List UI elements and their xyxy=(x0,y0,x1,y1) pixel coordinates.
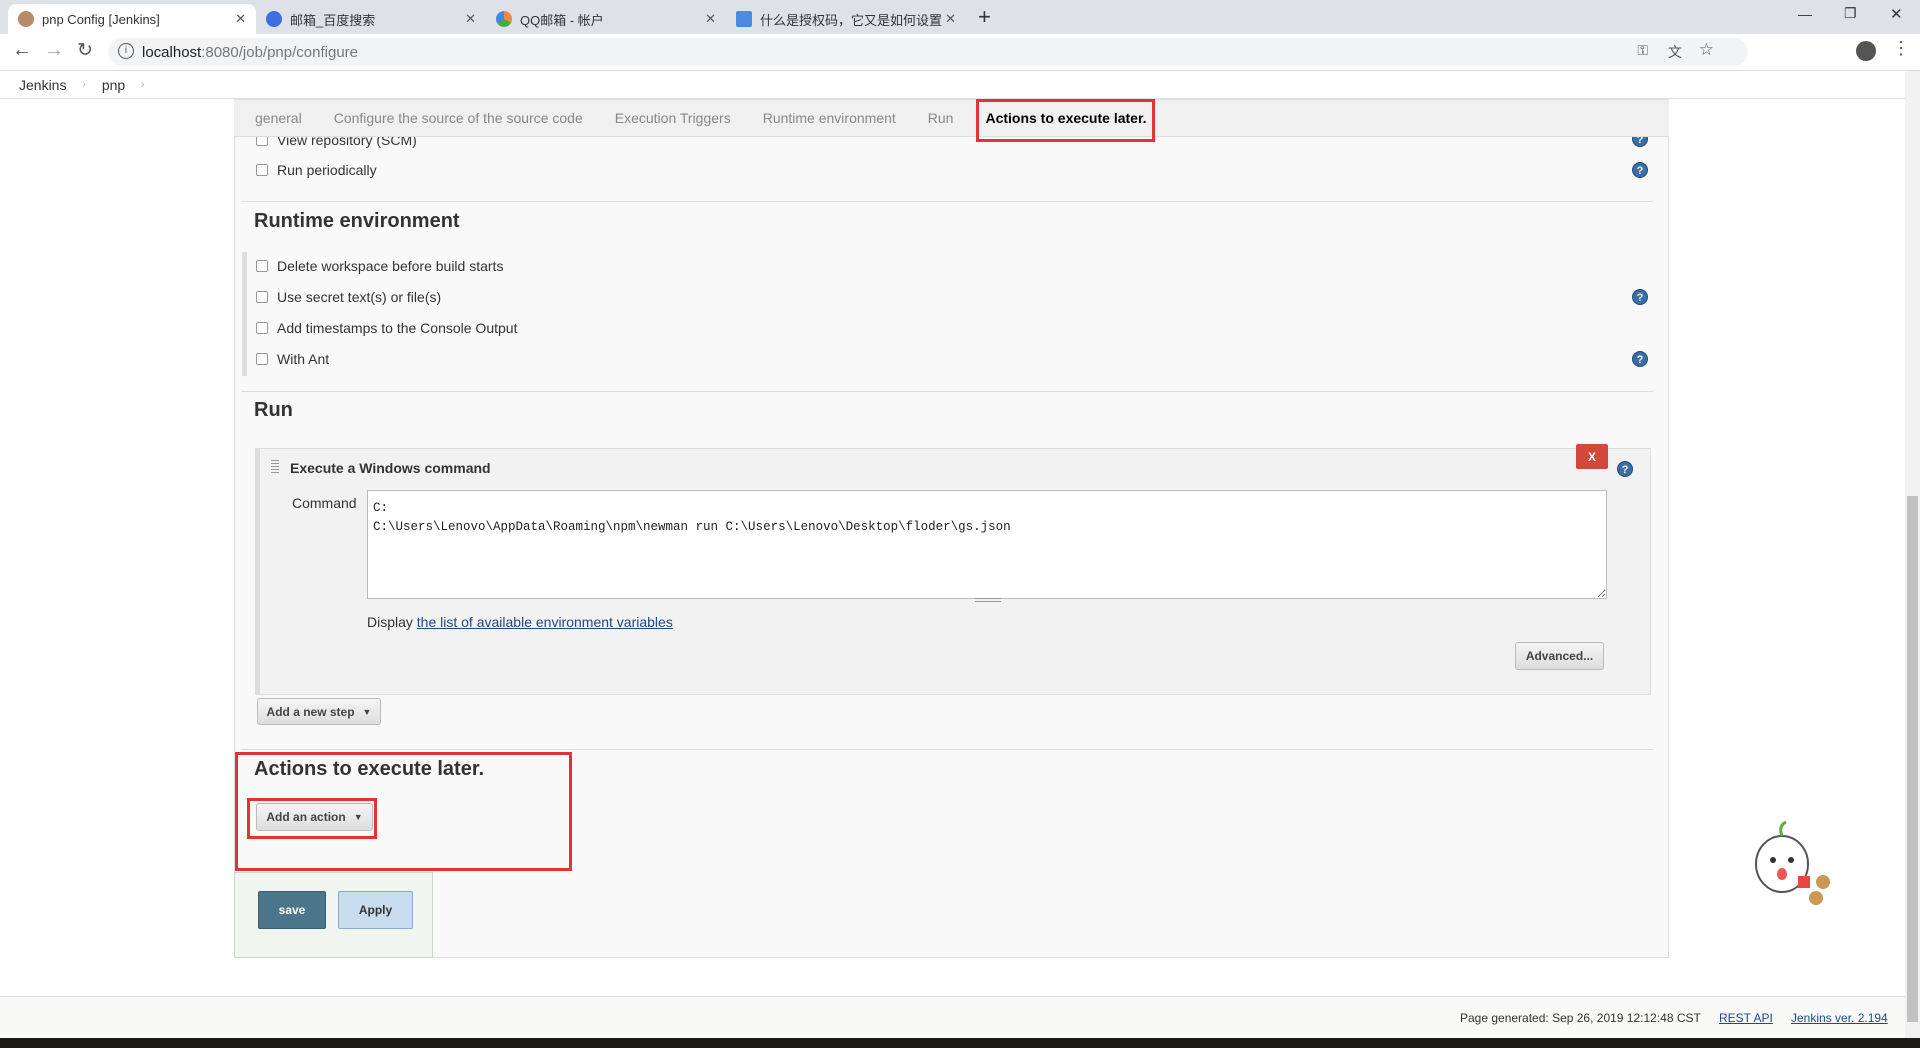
breadcrumb-pnp[interactable]: pnp xyxy=(102,77,125,93)
help-icon[interactable]: ? xyxy=(1632,162,1648,178)
tab-title: 邮箱_百度搜索 xyxy=(290,12,376,28)
command-label: Command xyxy=(292,495,357,511)
tab-run[interactable]: Run xyxy=(928,110,954,126)
env-vars-link[interactable]: the list of available environment variab… xyxy=(417,614,673,630)
browser-tab-baidu[interactable]: 邮箱_百度搜索 ✕ xyxy=(256,4,486,34)
help-icon[interactable]: ? xyxy=(1632,289,1648,305)
tab-title: pnp Config [Jenkins] xyxy=(42,11,160,27)
tab-general[interactable]: general xyxy=(255,110,302,126)
new-tab-button[interactable]: + xyxy=(978,4,991,30)
command-textarea[interactable]: C: C:\Users\Lenovo\AppData\Roaming\npm\n… xyxy=(367,490,1607,599)
address-bar-row: ← → ↻ i localhost:8080/job/pnp/configure… xyxy=(0,34,1920,71)
url-path: :8080/job/pnp/configure xyxy=(201,43,358,61)
checkbox-label: Use secret text(s) or file(s) xyxy=(277,289,442,305)
page-generated: Page generated: Sep 26, 2019 12:12:48 CS… xyxy=(1460,1011,1701,1025)
profile-avatar-icon[interactable] xyxy=(1856,41,1876,61)
scrollbar-thumb[interactable] xyxy=(1907,496,1918,1022)
resize-grip-icon[interactable] xyxy=(975,598,1001,602)
checkbox-with-ant[interactable]: With Ant xyxy=(256,351,329,367)
checkbox[interactable] xyxy=(256,353,268,365)
button-label: Add a new step xyxy=(266,704,355,719)
tab-scm[interactable]: Configure the source of the source code xyxy=(334,110,583,126)
translate-icon[interactable]: 文 xyxy=(1668,42,1682,62)
menu-icon[interactable]: ⋮ xyxy=(1892,38,1910,59)
checkbox-run-periodically[interactable]: Run periodically xyxy=(256,162,377,178)
rest-api-link[interactable]: REST API xyxy=(1719,1011,1773,1025)
run-heading: Run xyxy=(254,399,293,421)
apply-button[interactable]: Apply xyxy=(338,891,413,929)
url-host: localhost xyxy=(142,43,202,61)
checkbox-label: Delete workspace before build starts xyxy=(277,258,504,274)
key-icon[interactable]: ⚿ xyxy=(1637,42,1648,59)
checkbox-label: Run periodically xyxy=(277,162,377,178)
tab-runtime[interactable]: Runtime environment xyxy=(763,110,896,126)
close-window-button[interactable]: ✕ xyxy=(1890,5,1903,23)
bookmark-star-icon[interactable]: ☆ xyxy=(1699,40,1714,60)
tab-title: QQ邮箱 - 帐户 xyxy=(520,12,604,28)
close-tab-icon[interactable]: ✕ xyxy=(465,11,476,27)
save-button[interactable]: save xyxy=(258,891,326,929)
restore-button[interactable]: ❐ xyxy=(1844,5,1857,22)
display-text: Display xyxy=(367,614,417,630)
tab-title: 什么是授权码，它又是如何设置 xyxy=(760,12,943,28)
forward-icon[interactable]: → xyxy=(44,39,64,62)
divider xyxy=(241,201,1653,202)
drag-handle-icon[interactable] xyxy=(271,460,279,474)
taskbar xyxy=(0,1038,1920,1048)
section-bar xyxy=(255,448,260,695)
reload-icon[interactable]: ↻ xyxy=(77,39,93,62)
site-favicon-icon xyxy=(736,11,752,27)
browser-tab-qqmail[interactable]: QQ邮箱 - 帐户 ✕ xyxy=(486,4,726,34)
checkbox[interactable] xyxy=(256,291,268,303)
runtime-heading: Runtime environment xyxy=(254,210,460,232)
config-section-tabs: general Configure the source of the sour… xyxy=(234,100,1669,137)
checkbox-label: Add timestamps to the Console Output xyxy=(277,320,518,336)
checkbox-secret-text[interactable]: Use secret text(s) or file(s) xyxy=(256,289,441,305)
checkbox[interactable] xyxy=(256,260,268,272)
delete-step-button[interactable]: X xyxy=(1576,444,1608,469)
checkbox-label: With Ant xyxy=(277,351,330,367)
checkbox-delete-workspace[interactable]: Delete workspace before build starts xyxy=(256,258,503,274)
divider xyxy=(241,749,1653,750)
section-bar xyxy=(242,252,247,376)
close-tab-icon[interactable]: ✕ xyxy=(235,11,246,27)
env-vars-hint: Display the list of available environmen… xyxy=(367,614,673,630)
add-step-button[interactable]: Add a new step ▼ xyxy=(257,698,381,725)
step-title: Execute a Windows command xyxy=(290,460,491,476)
footer: Page generated: Sep 26, 2019 12:12:48 CS… xyxy=(0,996,1905,1038)
tab-triggers[interactable]: Execution Triggers xyxy=(615,110,731,126)
breadcrumb-jenkins[interactable]: Jenkins xyxy=(19,77,66,93)
help-icon[interactable]: ? xyxy=(1632,351,1648,367)
info-icon[interactable]: i xyxy=(118,43,134,59)
close-tab-icon[interactable]: ✕ xyxy=(945,11,956,27)
breadcrumb: Jenkins › pnp › xyxy=(0,71,1905,99)
highlight-box xyxy=(247,798,377,839)
minimize-button[interactable]: — xyxy=(1798,6,1812,22)
divider xyxy=(241,391,1653,392)
breadcrumb-separator-icon[interactable]: › xyxy=(141,79,144,90)
qq-favicon-icon xyxy=(496,11,512,27)
advanced-button[interactable]: Advanced... xyxy=(1515,642,1604,670)
url-input[interactable]: i localhost:8080/job/pnp/configure ⚿ 文 ☆ xyxy=(108,38,1748,66)
jenkins-version-link[interactable]: Jenkins ver. 2.194 xyxy=(1791,1011,1888,1025)
jenkins-favicon-icon xyxy=(18,11,34,27)
browser-tab-auth[interactable]: 什么是授权码，它又是如何设置 ✕ xyxy=(726,4,966,34)
highlight-box xyxy=(976,99,1155,142)
breadcrumb-separator-icon[interactable]: › xyxy=(82,79,85,90)
checkbox[interactable] xyxy=(256,164,268,176)
baidu-favicon-icon xyxy=(266,11,282,27)
browser-tab-strip: pnp Config [Jenkins] ✕ 邮箱_百度搜索 ✕ QQ邮箱 - 帐户… xyxy=(0,0,1920,34)
close-tab-icon[interactable]: ✕ xyxy=(705,11,716,27)
checkbox-timestamps[interactable]: Add timestamps to the Console Output xyxy=(256,320,517,336)
browser-tab-jenkins[interactable]: pnp Config [Jenkins] ✕ xyxy=(8,4,256,34)
help-icon[interactable]: ? xyxy=(1617,461,1633,477)
checkbox[interactable] xyxy=(256,322,268,334)
mascot-sticker-icon xyxy=(1755,820,1830,905)
back-icon[interactable]: ← xyxy=(12,39,32,62)
caret-down-icon: ▼ xyxy=(362,706,372,717)
